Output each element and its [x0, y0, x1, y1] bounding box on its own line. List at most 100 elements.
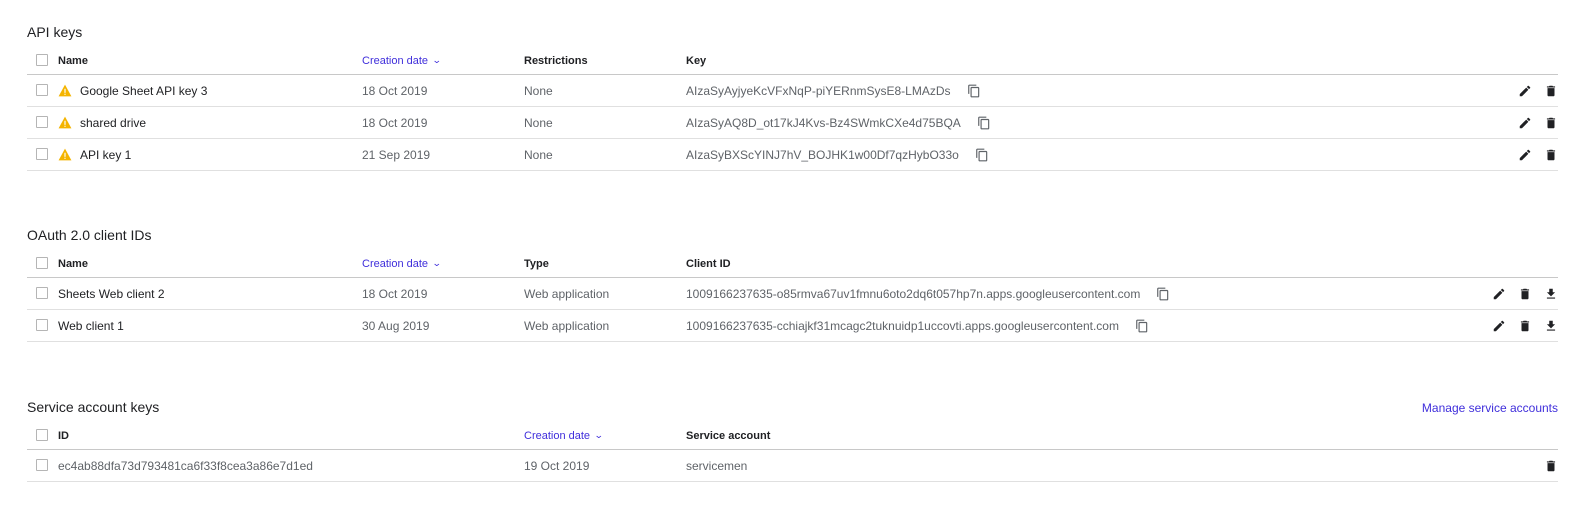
column-header-client-id: Client ID [686, 258, 731, 270]
table-header: Name Creation date ⌄ Restrictions Key [27, 52, 1558, 75]
table-row: Sheets Web client 2 18 Oct 2019 Web appl… [27, 278, 1558, 310]
client-name[interactable]: Sheets Web client 2 [58, 278, 165, 309]
manage-service-accounts-link[interactable]: Manage service accounts [1422, 401, 1558, 415]
creation-date-label: Creation date [524, 430, 591, 442]
api-key-name-cell: Google Sheet API key 3 [58, 75, 207, 106]
service-account-name: servicemen [686, 458, 748, 473]
client-type: Web application [524, 286, 610, 301]
service-key-id: ec4ab88dfa73d793481ca6f33f8cea3a86e7d1ed [58, 458, 313, 473]
column-header-restrictions: Restrictions [524, 55, 588, 67]
row-actions [1532, 450, 1558, 481]
client-id-value: 1009166237635-o85rmva67uv1fmnu6oto2dq6t0… [686, 286, 1141, 301]
table-row: API key 1 21 Sep 2019 None AIzaSyBXScYIN… [27, 139, 1558, 171]
api-key-name[interactable]: API key 1 [80, 148, 131, 162]
row-checkbox[interactable] [36, 319, 48, 331]
column-header-name: Name [58, 55, 88, 67]
chevron-down-icon: ⌄ [431, 55, 442, 65]
api-keys-title: API keys [27, 24, 83, 40]
column-header-name: Name [58, 258, 88, 270]
select-all-checkbox[interactable] [36, 54, 48, 66]
download-icon[interactable] [1544, 287, 1558, 301]
delete-icon[interactable] [1544, 116, 1558, 130]
copy-icon[interactable] [977, 116, 991, 130]
oauth-table: Name Creation date ⌄ Type Client ID Sheet… [27, 255, 1558, 342]
table-row: shared drive 18 Oct 2019 None AIzaSyAQ8D… [27, 107, 1558, 139]
api-key-value-cell: AIzaSyAyjyeKcVFxNqP-piYERnmSysE8-LMAzDs [686, 75, 981, 106]
delete-icon[interactable] [1518, 319, 1532, 333]
delete-icon[interactable] [1544, 84, 1558, 98]
warning-icon [58, 148, 72, 161]
column-header-creation-date[interactable]: Creation date ⌄ [362, 255, 442, 277]
creation-date: 21 Sep 2019 [362, 147, 431, 162]
select-all-checkbox[interactable] [36, 429, 48, 441]
delete-icon[interactable] [1518, 287, 1532, 301]
row-actions [1506, 107, 1558, 138]
service-account-keys-table: ID Creation date ⌄ Service account ec4ab8… [27, 427, 1558, 482]
column-header-id: ID [58, 430, 69, 442]
oauth-title: OAuth 2.0 client IDs [27, 227, 152, 243]
delete-icon[interactable] [1544, 459, 1558, 473]
creation-date: 18 Oct 2019 [362, 83, 428, 98]
client-id-cell: 1009166237635-o85rmva67uv1fmnu6oto2dq6t0… [686, 278, 1170, 309]
row-actions [1506, 139, 1558, 170]
row-actions [1480, 310, 1558, 341]
client-name[interactable]: Web client 1 [58, 310, 124, 341]
row-actions [1480, 278, 1558, 309]
row-checkbox[interactable] [36, 459, 48, 471]
api-key-value: AIzaSyAyjyeKcVFxNqP-piYERnmSysE8-LMAzDs [686, 83, 951, 98]
api-key-value-cell: AIzaSyAQ8D_ot17kJ4Kvs-Bz4SWmkCXe4d75BQA [686, 107, 991, 138]
api-keys-table: Name Creation date ⌄ Restrictions Key Goo… [27, 52, 1558, 171]
restrictions: None [524, 147, 553, 162]
client-type: Web application [524, 318, 610, 333]
restrictions: None [524, 83, 553, 98]
creation-date-label: Creation date [362, 55, 429, 67]
creation-date: 18 Oct 2019 [362, 286, 428, 301]
copy-icon[interactable] [1135, 319, 1149, 333]
row-checkbox[interactable] [36, 116, 48, 128]
warning-icon [58, 116, 72, 129]
creation-date-label: Creation date [362, 258, 429, 270]
column-header-creation-date[interactable]: Creation date ⌄ [362, 52, 442, 74]
client-id-cell: 1009166237635-cchiajkf31mcagc2tuknuidp1u… [686, 310, 1149, 341]
service-account-keys-title: Service account keys [27, 399, 160, 415]
creation-date: 19 Oct 2019 [524, 458, 590, 473]
row-checkbox[interactable] [36, 148, 48, 160]
api-key-name[interactable]: shared drive [80, 116, 146, 130]
delete-icon[interactable] [1544, 148, 1558, 162]
row-checkbox[interactable] [36, 287, 48, 299]
column-header-service-account: Service account [686, 430, 771, 442]
table-row: Web client 1 30 Aug 2019 Web application… [27, 310, 1558, 342]
edit-icon[interactable] [1518, 116, 1532, 130]
creation-date: 18 Oct 2019 [362, 115, 428, 130]
edit-icon[interactable] [1492, 287, 1506, 301]
api-key-name-cell: API key 1 [58, 139, 131, 170]
edit-icon[interactable] [1492, 319, 1506, 333]
copy-icon[interactable] [1156, 287, 1170, 301]
column-header-type: Type [524, 258, 549, 270]
column-header-key: Key [686, 55, 707, 67]
copy-icon[interactable] [975, 148, 989, 162]
api-key-value: AIzaSyBXScYINJ7hV_BOJHK1w00Df7qzHybO33o [686, 147, 959, 162]
api-key-name[interactable]: Google Sheet API key 3 [80, 84, 207, 98]
row-actions [1506, 75, 1558, 106]
api-key-value-cell: AIzaSyBXScYINJ7hV_BOJHK1w00Df7qzHybO33o [686, 139, 989, 170]
chevron-down-icon: ⌄ [593, 430, 604, 440]
warning-icon [58, 84, 72, 97]
table-row: Google Sheet API key 3 18 Oct 2019 None … [27, 75, 1558, 107]
edit-icon[interactable] [1518, 148, 1532, 162]
restrictions: None [524, 115, 553, 130]
table-header: Name Creation date ⌄ Type Client ID [27, 255, 1558, 278]
creation-date: 30 Aug 2019 [362, 318, 430, 333]
row-checkbox[interactable] [36, 84, 48, 96]
table-header: ID Creation date ⌄ Service account [27, 427, 1558, 450]
column-header-creation-date[interactable]: Creation date ⌄ [524, 427, 604, 449]
api-key-name-cell: shared drive [58, 107, 146, 138]
edit-icon[interactable] [1518, 84, 1532, 98]
table-row: ec4ab88dfa73d793481ca6f33f8cea3a86e7d1ed… [27, 450, 1558, 482]
download-icon[interactable] [1544, 319, 1558, 333]
api-key-value: AIzaSyAQ8D_ot17kJ4Kvs-Bz4SWmkCXe4d75BQA [686, 115, 961, 130]
select-all-checkbox[interactable] [36, 257, 48, 269]
copy-icon[interactable] [967, 84, 981, 98]
client-id-value: 1009166237635-cchiajkf31mcagc2tuknuidp1u… [686, 318, 1119, 333]
chevron-down-icon: ⌄ [431, 258, 442, 268]
